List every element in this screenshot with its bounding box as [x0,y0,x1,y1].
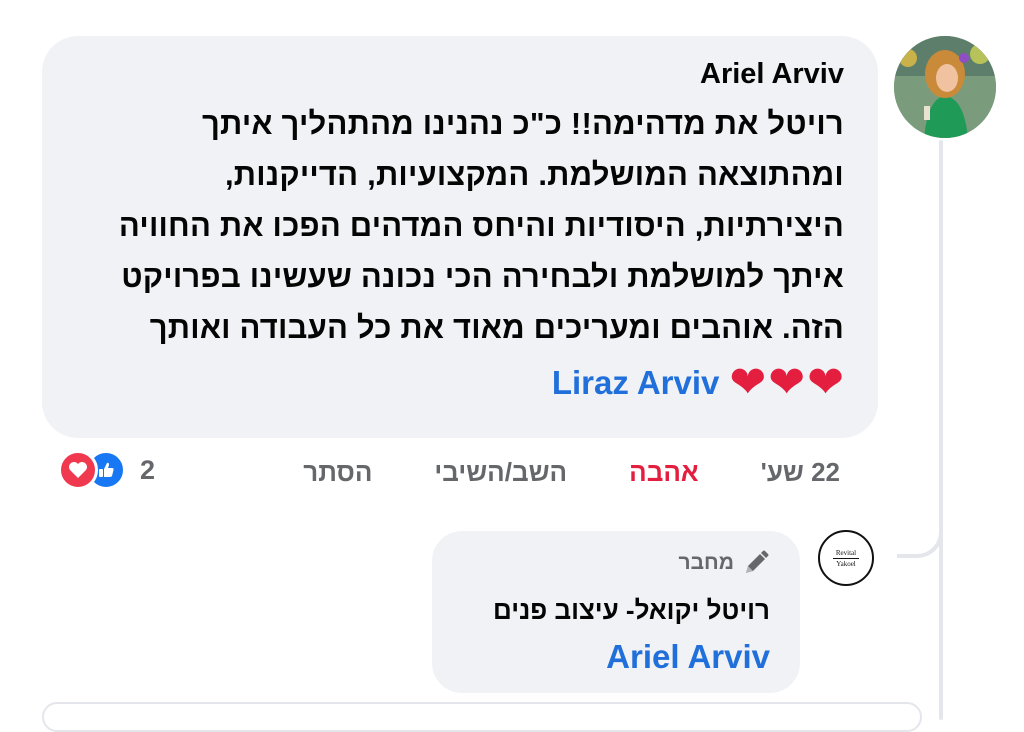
reply-avatar[interactable]: Revital Yakoel [818,530,874,586]
avatar-logo-text: Revital [835,548,857,557]
comment-text-line: היצירתיות, היסודיות והיחס המדהים הפכו את… [118,208,844,243]
reply-button[interactable]: השב/השיבי [434,457,567,488]
reply-mention-link[interactable]: Ariel Arviv [460,638,770,676]
comment-actions: 22 שע' אהבה השב/השיבי הסתר [300,452,840,492]
comment-text-line: ומהתוצאה המושלמת. המקצועיות, הדייקנות, [224,157,844,192]
love-icon [58,450,98,490]
avatar-logo-divider [833,557,859,559]
thread-connector [897,500,943,558]
timestamp[interactable]: 22 שע' [761,457,840,488]
reaction-count: 2 [140,454,156,485]
heart-icon: ❤ [768,357,806,408]
avatar[interactable] [894,36,996,138]
next-comment-bubble [42,702,922,732]
hearts: ❤ ❤ ❤ [729,361,844,405]
heart-icon: ❤ [729,357,767,408]
avatar-logo-text: Yakoel [836,559,856,568]
author-badge-label: מחבר [678,551,735,574]
reply-bubble: מחבר רויטל יקואל- עיצוב פנים Ariel Arviv [432,531,800,693]
comment-author[interactable]: Ariel Arviv [72,56,844,92]
hide-button[interactable]: הסתר [303,457,372,488]
comment-text: רויטל את מדהימה!! כ"כ נהנינו מהתהליך אית… [72,98,844,353]
thread-line [939,140,943,720]
love-reaction-button[interactable]: אהבה [629,457,699,488]
comment-text-line: הזה. אוהבים ומעריכים מאוד את כל העבודה ו… [149,310,844,345]
comment-bubble: Ariel Arviv רויטל את מדהימה!! כ"כ נהנינו… [42,36,878,438]
reaction-summary[interactable]: 2 [58,450,155,490]
comment-text-line: איתך למושלמת ולבחירה הכי נכונה שעשינו בפ… [121,259,844,294]
profile-photo-icon [894,36,996,138]
mention-link[interactable]: Liraz Arviv [552,364,720,402]
heart-icon: ❤ [807,357,844,408]
reply-author[interactable]: רויטל יקואל- עיצוב פנים [460,595,770,626]
pen-icon [746,550,769,573]
mention-line: ❤ ❤ ❤ Liraz Arviv [72,361,844,405]
author-badge: מחבר [460,549,770,577]
comment-text-line: רויטל את מדהימה!! כ"כ נהנינו מהתהליך אית… [201,106,844,141]
